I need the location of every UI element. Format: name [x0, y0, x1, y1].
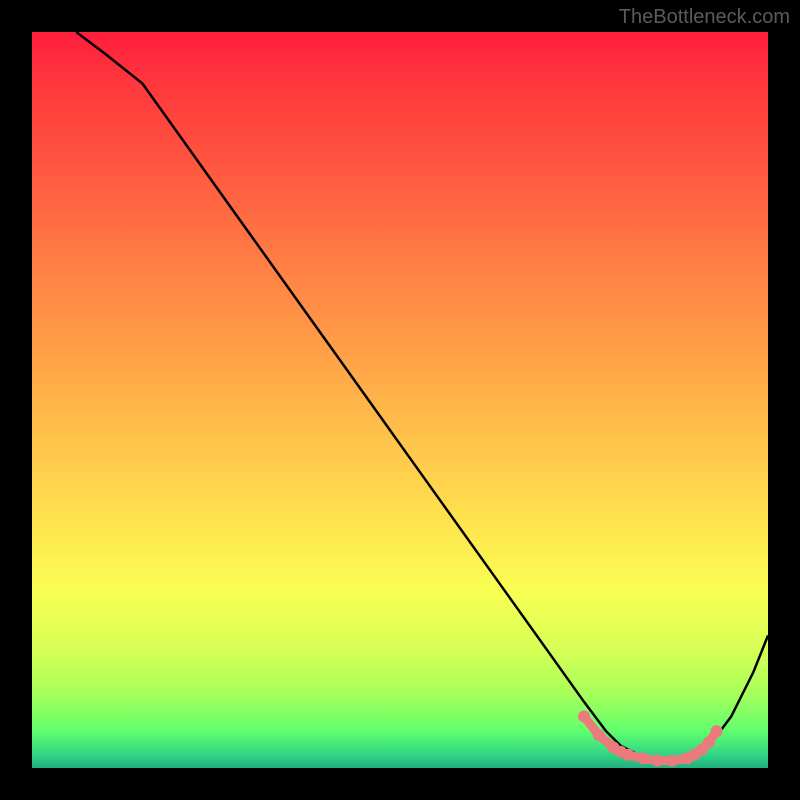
- highlight-dot: [593, 729, 605, 741]
- highlight-dot: [666, 755, 678, 767]
- highlight-dot: [711, 725, 723, 737]
- chart-svg: [32, 32, 768, 768]
- highlight-dot: [637, 752, 649, 764]
- bottleneck-curve: [76, 32, 768, 761]
- highlight-dot: [703, 736, 715, 748]
- curve-line: [76, 32, 768, 761]
- highlight-dot: [622, 749, 634, 761]
- highlight-markers: [578, 711, 723, 767]
- highlight-dot: [652, 755, 664, 767]
- chart-plot-area: [32, 32, 768, 768]
- watermark-label: TheBottleneck.com: [619, 6, 790, 29]
- highlight-dot: [578, 711, 590, 723]
